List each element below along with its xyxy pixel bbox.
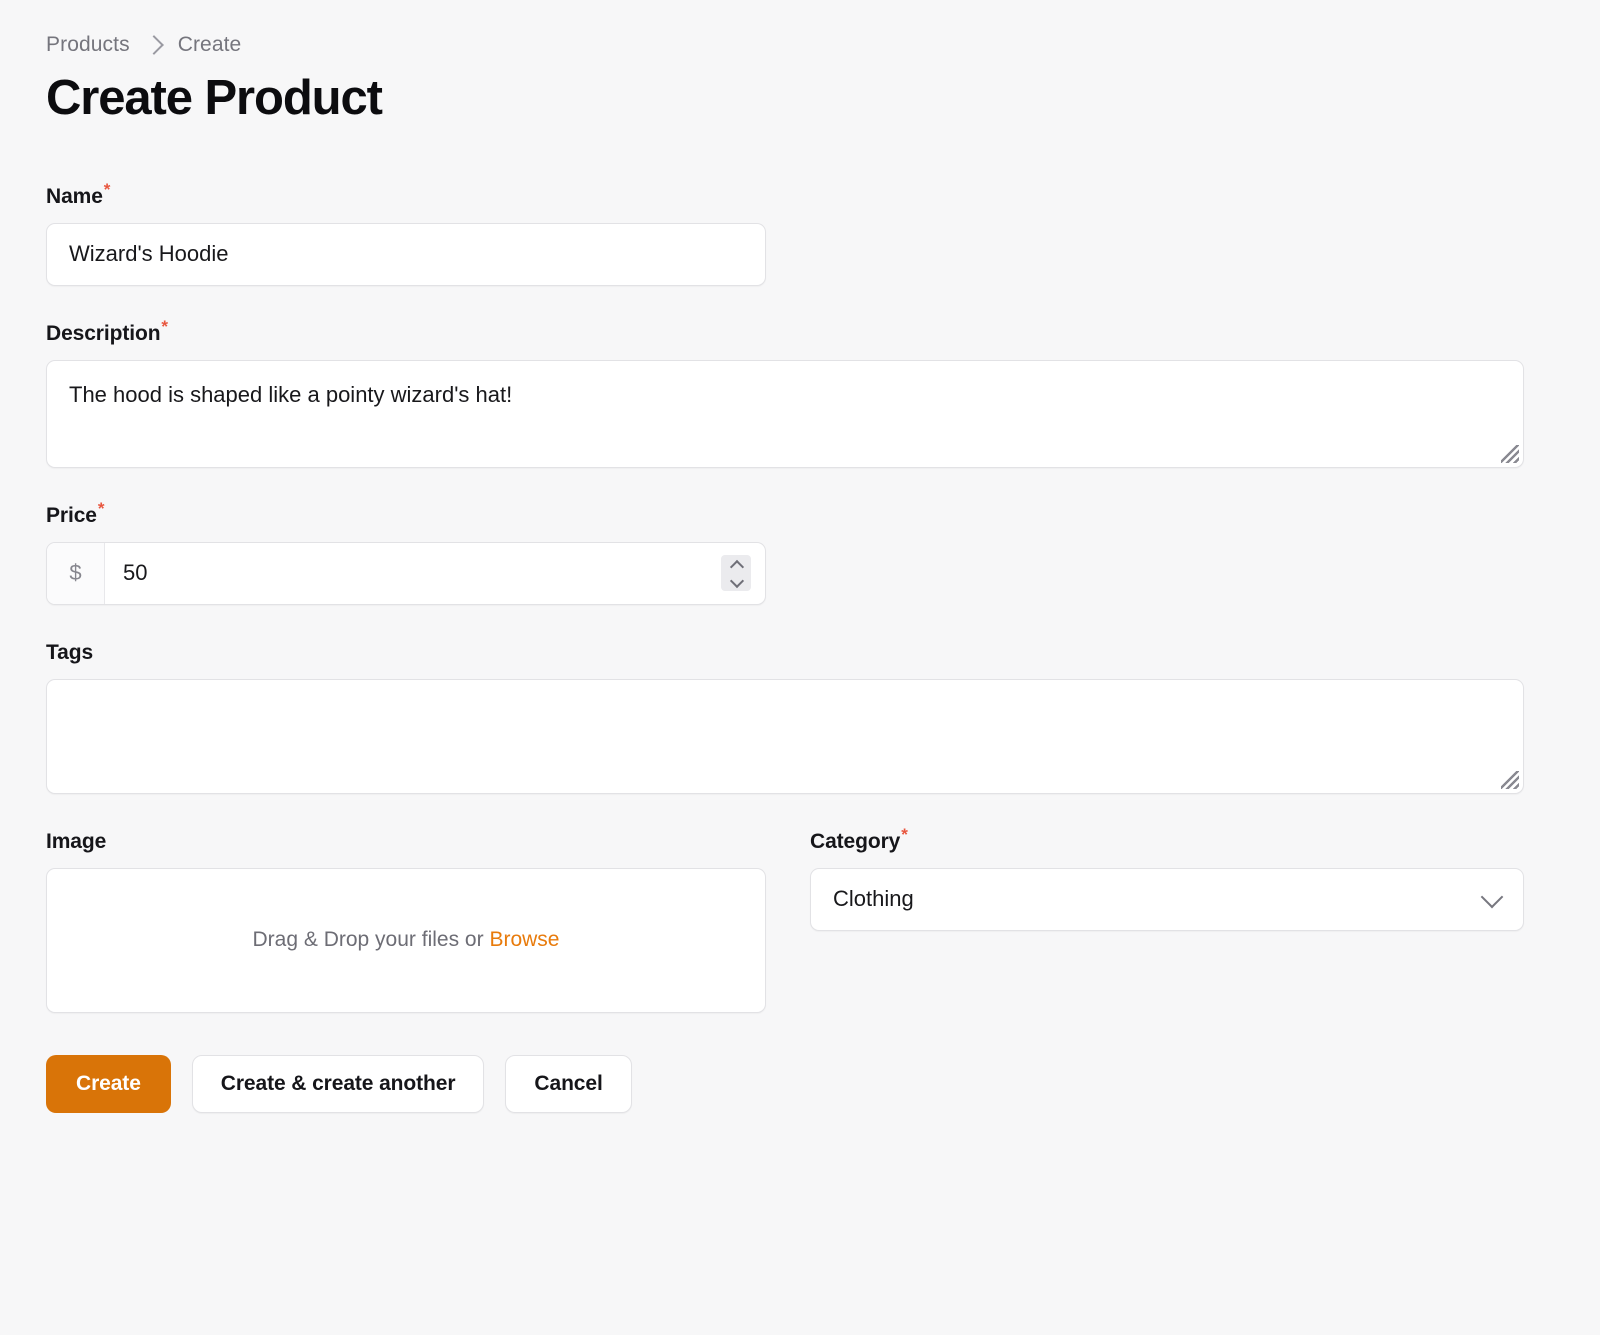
category-label-text: Category — [810, 829, 901, 853]
name-label-text: Name — [46, 184, 103, 208]
currency-prefix: $ — [47, 542, 105, 604]
image-label: Image — [46, 830, 106, 854]
tags-textarea-wrap — [46, 678, 1524, 794]
browse-link[interactable]: Browse — [489, 928, 559, 951]
price-input[interactable] — [105, 542, 721, 604]
description-textarea[interactable] — [46, 359, 1524, 468]
cancel-button[interactable]: Cancel — [505, 1054, 632, 1113]
create-button[interactable]: Create — [46, 1054, 171, 1113]
category-label: Category* — [810, 826, 908, 854]
chevron-right-icon — [143, 35, 164, 55]
form-actions: Create Create & create another Cancel — [46, 1054, 1554, 1153]
dropzone-instruction: Drag & Drop your files or — [252, 928, 490, 952]
name-required-marker: * — [103, 179, 111, 199]
field-category: Category* Clothing — [810, 826, 1524, 1013]
create-and-create-another-button[interactable]: Create & create another — [191, 1054, 485, 1113]
category-required-marker: * — [901, 824, 908, 844]
price-input-group: $ — [46, 541, 766, 605]
dropzone-text: Drag & Drop your files or Browse — [253, 928, 560, 952]
breadcrumb: Products Create — [46, 28, 1554, 62]
description-label: Description* — [46, 318, 168, 346]
tags-textarea[interactable] — [46, 678, 1524, 794]
category-selected-value: Clothing — [833, 886, 914, 912]
breadcrumb-item-create: Create — [177, 33, 242, 56]
image-label-text: Image — [46, 829, 107, 853]
breadcrumb-item-products[interactable]: Products — [46, 33, 130, 57]
tags-label: Tags — [46, 641, 93, 665]
field-price: Price* $ — [46, 500, 1554, 605]
image-category-row: Image Drag & Drop your files or Browse C… — [46, 826, 1554, 1013]
price-required-marker: * — [97, 498, 105, 518]
field-description: Description* — [46, 318, 1554, 468]
image-dropzone[interactable]: Drag & Drop your files or Browse — [46, 867, 766, 1013]
name-label: Name* — [46, 181, 110, 209]
category-select-wrap: Clothing — [810, 867, 1524, 931]
field-name: Name* — [46, 181, 1554, 286]
description-textarea-wrap — [46, 359, 1524, 468]
page-title: Create Product — [46, 71, 383, 125]
price-label: Price* — [46, 500, 104, 528]
chevron-down-icon[interactable] — [731, 576, 742, 587]
tags-label-text: Tags — [46, 640, 94, 664]
field-image: Image Drag & Drop your files or Browse — [46, 830, 766, 1013]
description-label-text: Description — [46, 321, 161, 345]
quantity-stepper[interactable] — [721, 555, 751, 592]
description-required-marker: * — [161, 316, 168, 336]
price-label-text: Price — [46, 503, 97, 527]
category-select[interactable]: Clothing — [810, 867, 1524, 931]
chevron-up-icon[interactable] — [731, 560, 742, 571]
name-input[interactable] — [46, 222, 766, 286]
field-tags: Tags — [46, 641, 1554, 794]
create-product-page: Products Create Create Product Name* Des… — [0, 0, 1600, 1153]
